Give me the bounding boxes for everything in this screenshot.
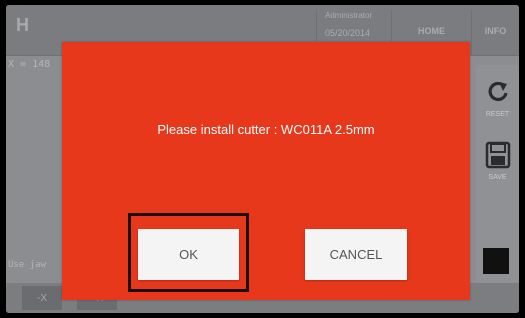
cancel-button[interactable]: CANCEL: [305, 229, 407, 280]
dialog-message: Please install cutter : WC011A 2.5mm: [157, 122, 375, 137]
minus-x-button[interactable]: -X: [22, 286, 62, 310]
reset-button[interactable]: RESET: [476, 73, 519, 128]
app-logo: H: [16, 15, 29, 35]
ok-button[interactable]: OK: [138, 229, 239, 280]
jaw-label: Use jaw: [8, 260, 46, 270]
current-date: 05/20/2014: [325, 28, 371, 38]
reset-arrow-icon: [488, 81, 508, 102]
info-button[interactable]: INFO: [471, 10, 519, 54]
coordinate-readout: X = 148: [8, 59, 51, 70]
reset-label: RESET: [485, 111, 510, 118]
user-name: Administrator: [325, 11, 373, 20]
device-screen: H Administrator 05/20/2014 HOME INFO X =…: [0, 0, 525, 318]
side-panel: RESET SAVE: [476, 65, 519, 313]
floppy-disk-icon: [485, 141, 510, 169]
install-cutter-dialog: Please install cutter : WC011A 2.5mm OK …: [62, 42, 470, 300]
save-button[interactable]: SAVE: [476, 137, 519, 192]
save-label: SAVE: [488, 174, 507, 181]
status-indicator: [483, 248, 509, 274]
